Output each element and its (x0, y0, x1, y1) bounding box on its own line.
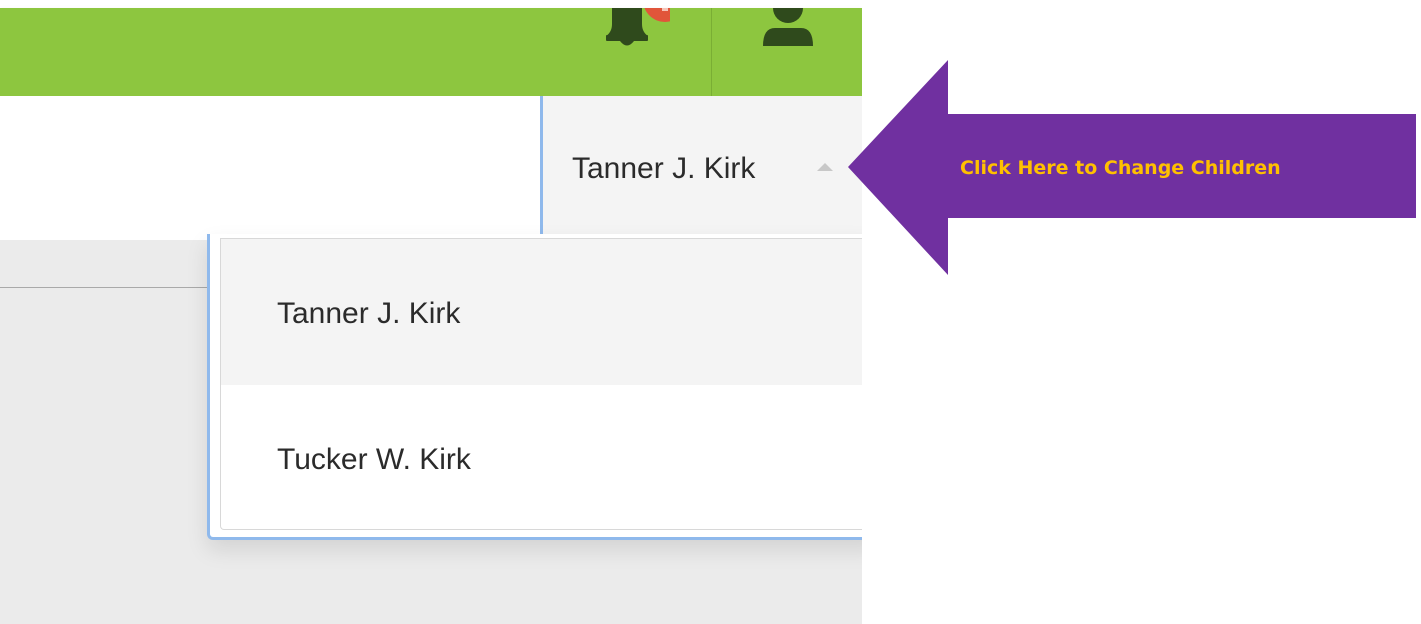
top-margin (0, 0, 862, 8)
dropdown-option-tanner[interactable]: Tanner J. Kirk (220, 238, 862, 386)
dropdown-option-tucker[interactable]: Tucker W. Kirk (220, 385, 862, 530)
child-dropdown-menu: Tanner J. Kirk Tucker W. Kirk (207, 234, 862, 540)
top-navigation-bar (0, 8, 862, 96)
caret-up-icon (817, 163, 833, 171)
dropdown-option-label: Tanner J. Kirk (277, 297, 461, 330)
topbar-divider (711, 8, 712, 96)
content-divider (0, 287, 220, 288)
child-selector-dropdown[interactable]: Tanner J. Kirk (540, 96, 862, 240)
bell-icon (606, 8, 670, 46)
user-icon (763, 8, 813, 46)
dropdown-option-label: Tucker W. Kirk (277, 443, 471, 476)
screenshot-stage: Tanner J. Kirk Tanner J. Kirk Tucker W. … (0, 0, 1421, 624)
selected-child-name: Tanner J. Kirk (572, 152, 756, 185)
profile-button[interactable] (756, 8, 820, 52)
annotation-callout-text: Click Here to Change Children (960, 157, 1281, 179)
app-window: Tanner J. Kirk Tanner J. Kirk Tucker W. … (0, 0, 862, 624)
notifications-button[interactable] (606, 8, 670, 48)
